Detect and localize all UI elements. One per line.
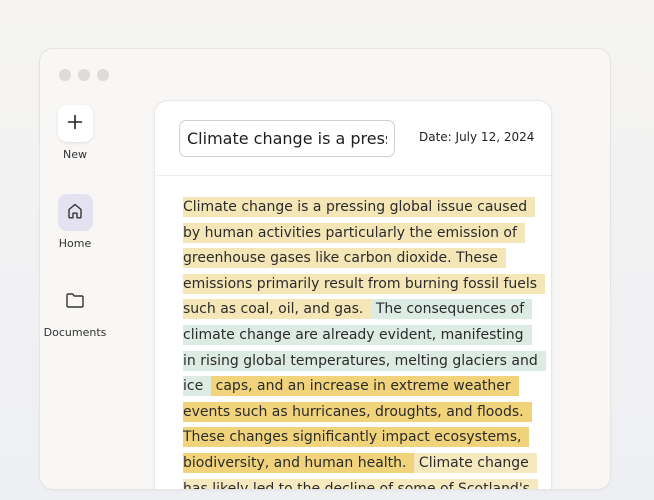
- home-icon: [66, 202, 84, 224]
- documents-tile[interactable]: [58, 283, 93, 320]
- document-title-input[interactable]: [179, 120, 395, 157]
- sidebar-item-label: Documents: [43, 326, 107, 339]
- sidebar-item-home[interactable]: Home: [40, 194, 120, 250]
- folder-icon: [65, 291, 85, 313]
- window-dot-close[interactable]: [59, 69, 71, 81]
- document-card: Date: July 12, 2024 Climate change is a …: [154, 100, 552, 489]
- document-body[interactable]: Climate change is a pressing global issu…: [183, 195, 546, 489]
- document-header: Date: July 12, 2024: [155, 101, 551, 176]
- window-dot-maximize[interactable]: [97, 69, 109, 81]
- app-window: New Home Documents Date: July 12, 2024 C…: [39, 48, 611, 490]
- document-date: Date: July 12, 2024: [419, 130, 535, 144]
- window-dot-minimize[interactable]: [78, 69, 90, 81]
- sidebar-item-label: Home: [58, 237, 92, 250]
- new-tile[interactable]: [57, 105, 93, 142]
- sidebar-item-new[interactable]: New: [40, 105, 120, 161]
- sidebar-item-label: New: [63, 148, 87, 161]
- home-tile[interactable]: [57, 194, 93, 231]
- sidebar-item-documents[interactable]: Documents: [40, 283, 120, 339]
- plus-icon: [67, 114, 83, 134]
